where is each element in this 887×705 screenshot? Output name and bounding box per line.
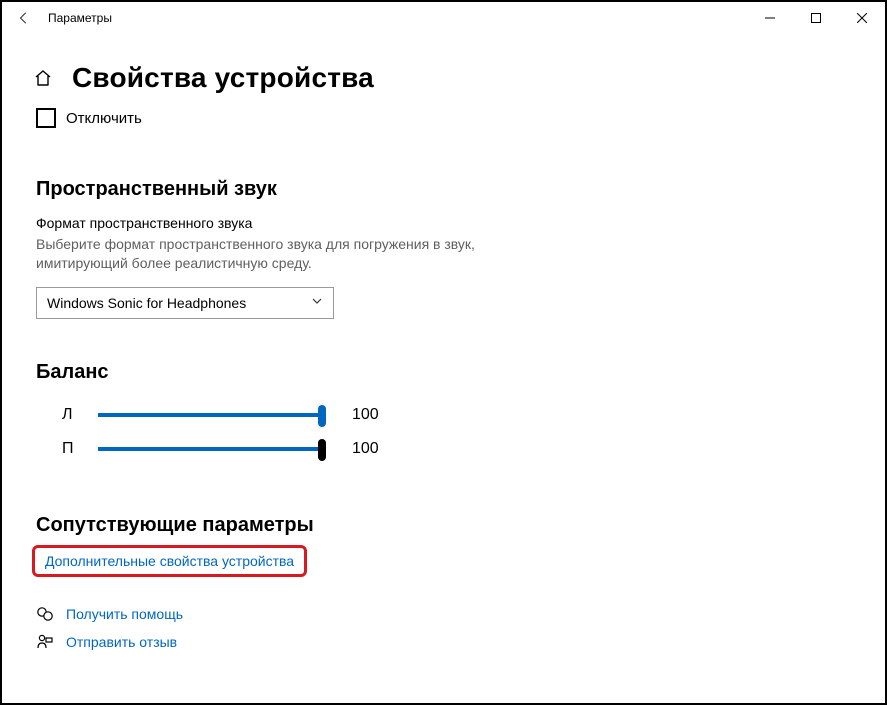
get-help-link[interactable]: Получить помощь [36, 605, 863, 623]
close-button[interactable] [839, 2, 885, 34]
disable-label: Отключить [66, 110, 142, 127]
window-title: Параметры [48, 11, 112, 25]
balance-right-value: 100 [352, 440, 379, 458]
checkbox-box-icon [36, 108, 56, 128]
help-icon [36, 605, 54, 623]
slider-thumb-icon [318, 439, 326, 461]
chevron-down-icon [311, 295, 323, 310]
get-help-label: Получить помощь [66, 606, 183, 622]
balance-left-slider[interactable] [98, 413, 320, 417]
balance-left-row: Л 100 [62, 398, 863, 432]
feedback-icon [36, 633, 54, 651]
spatial-format-label: Формат пространственного звука [36, 215, 863, 231]
slider-thumb-icon [318, 405, 326, 427]
related-settings-heading: Сопутствующие параметры [36, 514, 863, 537]
additional-device-properties-link[interactable]: Дополнительные свойства устройства [32, 545, 307, 577]
balance-right-letter: П [62, 440, 80, 458]
content-area: Свойства устройства Отключить Пространст… [2, 34, 885, 703]
balance-right-row: П 100 [62, 432, 863, 466]
maximize-button[interactable] [793, 2, 839, 34]
send-feedback-link[interactable]: Отправить отзыв [36, 633, 863, 651]
balance-heading: Баланс [36, 361, 863, 384]
titlebar: Параметры [2, 2, 885, 34]
balance-left-letter: Л [62, 406, 80, 424]
page-title: Свойства устройства [72, 62, 374, 94]
spatial-format-select[interactable]: Windows Sonic for Headphones [36, 287, 334, 319]
spatial-format-selected: Windows Sonic for Headphones [47, 295, 246, 311]
spatial-format-description: Выберите формат пространственного звука … [36, 235, 556, 273]
balance-left-value: 100 [352, 406, 379, 424]
balance-right-slider[interactable] [98, 447, 320, 451]
settings-window: Параметры Свойства устройства Отключить … [0, 0, 887, 705]
minimize-button[interactable] [747, 2, 793, 34]
send-feedback-label: Отправить отзыв [66, 634, 177, 650]
disable-checkbox[interactable]: Отключить [36, 108, 863, 128]
back-button[interactable] [14, 11, 34, 25]
home-icon[interactable] [32, 67, 54, 89]
spatial-sound-heading: Пространственный звук [36, 178, 863, 201]
